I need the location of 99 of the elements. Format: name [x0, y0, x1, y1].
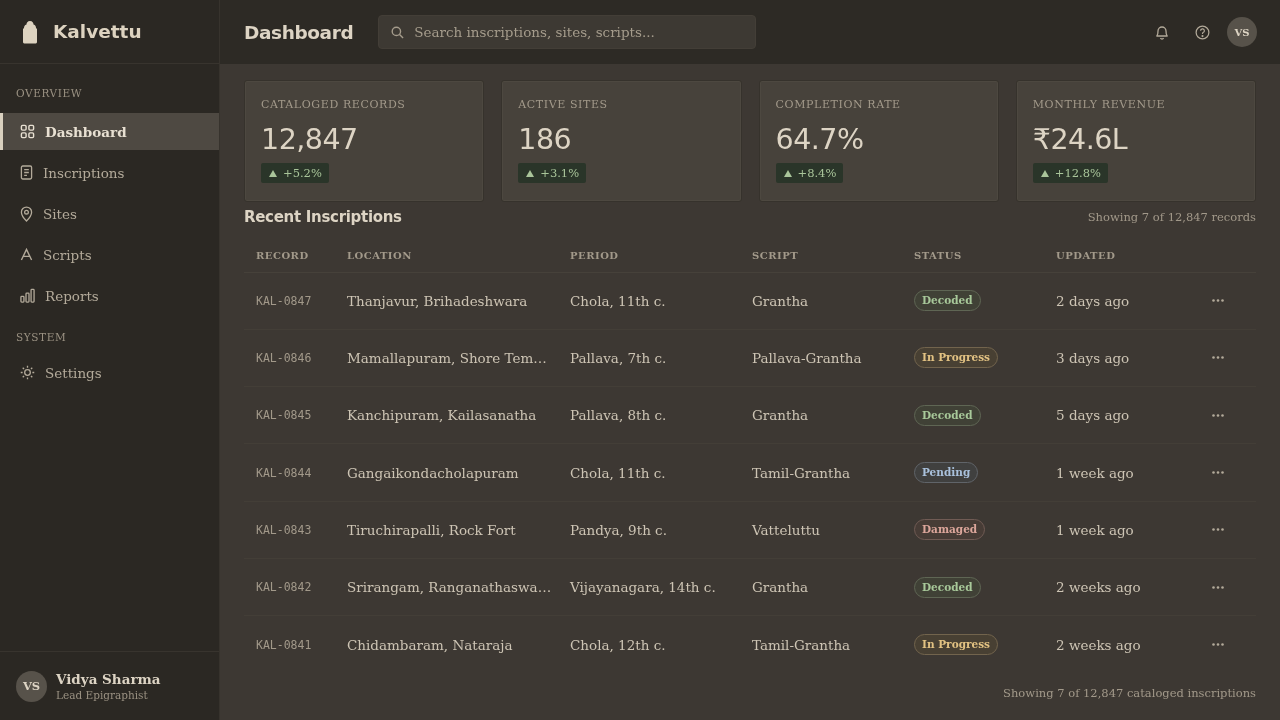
more-icon — [1212, 413, 1224, 417]
document-icon — [20, 165, 33, 180]
record-id-cell: KAL-0841 — [244, 615, 335, 674]
bar-chart-icon — [20, 288, 35, 303]
record-count: Showing 7 of 12,847 records — [1087, 210, 1256, 224]
updated-cell: 1 week ago — [1044, 444, 1196, 502]
location-cell: Chidambaram, Nataraja — [335, 615, 558, 674]
more-icon — [1212, 471, 1224, 475]
column-header: STATUS — [902, 240, 1044, 272]
updated-cell: 1 week ago — [1044, 501, 1196, 559]
change-value: +3.1% — [540, 165, 580, 182]
user-role: Lead Epigraphist — [56, 687, 149, 703]
record-id-cell: KAL-0847 — [244, 272, 335, 330]
status-tag: Decoded — [914, 576, 981, 598]
letter-a-icon — [20, 248, 33, 261]
up-triangle-icon — [269, 169, 277, 177]
section-title: Recent Inscriptions — [244, 208, 402, 226]
grid-icon — [20, 124, 35, 139]
updated-cell: 3 days ago — [1044, 329, 1196, 387]
sidebar-item[interactable]: Sites — [0, 195, 219, 232]
record-id-cell: KAL-0842 — [244, 558, 335, 616]
status-tag: Damaged — [914, 519, 986, 541]
stat-label: COMPLETION RATE — [775, 98, 901, 112]
column-header: SCRIPT — [740, 240, 902, 272]
stat-value: ₹24.6L — [1032, 123, 1128, 157]
stat-value: 186 — [518, 123, 572, 157]
script-cell: Grantha — [740, 272, 902, 330]
search-icon — [391, 26, 405, 39]
location-cell: Mamallapuram, Shore Tem… — [335, 329, 558, 387]
stat-value: 12,847 — [261, 123, 358, 157]
location-cell: Kanchipuram, Kailasanatha — [335, 386, 558, 444]
table-footer-text: Showing 7 of 12,847 cataloged inscriptions — [1003, 685, 1256, 702]
period-cell: Vijayanagara, 14th c. — [558, 558, 740, 616]
stat-label: CATALOGED RECORDS — [261, 98, 406, 112]
script-cell: Grantha — [740, 558, 902, 616]
map-pin-icon — [20, 205, 33, 222]
period-cell: Chola, 12th c. — [558, 615, 740, 674]
status-tag: Pending — [914, 462, 979, 484]
location-cell: Thanjavur, Brihadeshwara — [335, 272, 558, 330]
column-header: PERIOD — [558, 240, 740, 272]
up-triangle-icon — [526, 169, 535, 177]
script-cell: Grantha — [740, 386, 902, 444]
record-id-cell: KAL-0846 — [244, 329, 335, 387]
more-icon — [1212, 585, 1224, 589]
period-cell: Chola, 11th c. — [558, 444, 740, 502]
updated-cell: 2 days ago — [1044, 272, 1196, 330]
search-field[interactable]: Search inscriptions, sites, scripts... — [378, 15, 757, 49]
column-header: RECORD — [244, 240, 335, 272]
stat-value: 64.7% — [775, 123, 864, 157]
bell-icon — [1155, 24, 1169, 40]
record-id-cell: KAL-0845 — [244, 386, 335, 444]
sidebar-item[interactable]: Inscriptions — [0, 154, 219, 191]
status-tag: In Progress — [914, 634, 998, 656]
updated-cell: 2 weeks ago — [1044, 615, 1196, 674]
script-cell: Pallava-Grantha — [740, 329, 902, 387]
script-cell: Tamil-Grantha — [740, 444, 902, 502]
sidebar-item[interactable]: Dashboard — [0, 113, 219, 150]
profile-avatar[interactable]: VS — [1227, 17, 1257, 47]
period-cell: Pallava, 7th c. — [558, 329, 740, 387]
stat-label: MONTHLY REVENUE — [1032, 98, 1166, 112]
more-icon — [1212, 528, 1224, 532]
record-id-cell: KAL-0843 — [244, 501, 335, 559]
script-cell: Vatteluttu — [740, 501, 902, 559]
logo-icon — [20, 19, 40, 44]
help-icon — [1194, 24, 1210, 40]
app-name: Kalvettu — [53, 21, 142, 42]
column-header: UPDATED — [1044, 240, 1196, 272]
user-avatar[interactable]: VS — [16, 670, 47, 702]
location-cell: Srirangam, Ranganathaswa… — [335, 558, 558, 616]
period-cell: Pandya, 9th c. — [558, 501, 740, 559]
sidebar-item[interactable]: Settings — [0, 354, 219, 391]
user-name: Vidya Sharma — [56, 669, 161, 688]
sidebar-item[interactable]: Reports — [0, 277, 219, 314]
more-icon — [1212, 356, 1224, 360]
change-value: +12.8% — [1054, 165, 1101, 182]
nav-section-title: OVERVIEW — [15, 86, 84, 100]
change-value: +5.2% — [283, 165, 322, 182]
updated-cell: 2 weeks ago — [1044, 558, 1196, 616]
updated-cell: 5 days ago — [1044, 386, 1196, 444]
location-cell: Tiruchirapalli, Rock Fort — [335, 501, 558, 559]
period-cell: Pallava, 8th c. — [558, 386, 740, 444]
up-triangle-icon — [1040, 169, 1049, 177]
record-id-cell: KAL-0844 — [244, 444, 335, 502]
change-value: +8.4% — [797, 165, 837, 182]
status-tag: In Progress — [914, 347, 998, 369]
up-triangle-icon — [783, 169, 792, 177]
period-cell: Chola, 11th c. — [558, 272, 740, 330]
page-title: Dashboard — [244, 21, 354, 43]
status-tag: Decoded — [914, 404, 981, 426]
sun-icon — [20, 365, 35, 380]
stat-label: ACTIVE SITES — [518, 98, 608, 112]
more-icon — [1212, 299, 1224, 303]
more-icon — [1212, 643, 1224, 647]
script-cell: Tamil-Grantha — [740, 615, 902, 674]
location-cell: Gangaikondacholapuram — [335, 444, 558, 502]
sidebar-item[interactable]: Scripts — [0, 236, 219, 273]
status-tag: Decoded — [914, 290, 981, 312]
column-header: LOCATION — [335, 240, 558, 272]
nav-section-title: SYSTEM — [15, 330, 68, 344]
